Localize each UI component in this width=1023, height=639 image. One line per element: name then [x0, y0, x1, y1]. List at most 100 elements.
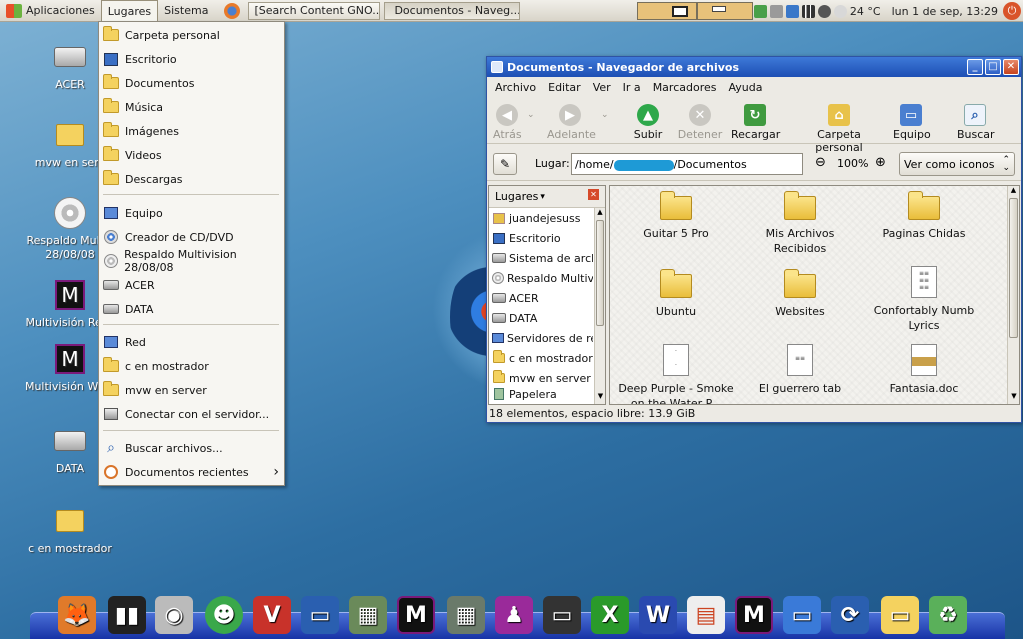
- computer-button[interactable]: ▭ Equipo: [893, 104, 931, 141]
- menu-item-buscar[interactable]: ⌕ Buscar archivos...: [103, 437, 281, 459]
- firefox-launcher-icon[interactable]: [224, 2, 241, 19]
- menu-ir-a[interactable]: Ir a: [623, 81, 641, 94]
- view-mode-select[interactable]: Ver como iconos ⌃ ⌄: [899, 152, 1015, 176]
- dock-speakers-icon[interactable]: ▮▮: [108, 596, 146, 634]
- forward-button[interactable]: ▶ Adelante: [547, 104, 596, 141]
- file-item-paginas[interactable]: Paginas Chidas: [864, 190, 984, 241]
- menu-item-videos[interactable]: Videos: [103, 144, 281, 166]
- workspace-1[interactable]: [637, 2, 697, 20]
- dock-calculator-icon[interactable]: ▦: [447, 596, 485, 634]
- menu-item-documentos[interactable]: Documentos: [103, 72, 281, 94]
- sidebar-item-acer[interactable]: ACER: [489, 288, 593, 308]
- dock-terminal-icon[interactable]: ▭: [543, 596, 581, 634]
- dock-game-icon[interactable]: ♟: [495, 596, 533, 634]
- reload-button[interactable]: ↻ Recargar: [731, 104, 780, 141]
- file-item-deep-purple[interactable]: · · Deep Purple - Smoke on the Water P...: [616, 342, 736, 404]
- menu-sistema[interactable]: Sistema: [158, 0, 214, 22]
- back-dropdown-icon[interactable]: ⌄: [527, 110, 535, 120]
- scroll-down-icon[interactable]: ▼: [1008, 392, 1019, 404]
- sidebar-item-home[interactable]: juandejesuss: [489, 208, 593, 228]
- scroll-thumb[interactable]: [596, 220, 604, 326]
- dock-word-icon[interactable]: W: [639, 596, 677, 634]
- menu-item-escritorio[interactable]: Escritorio: [103, 48, 281, 70]
- desktop-icon-c-en-mostrador[interactable]: c en mostrador: [20, 504, 120, 555]
- file-item-guerrero[interactable]: ≡≡ El guerrero tab: [740, 342, 860, 396]
- menu-item-respaldo[interactable]: Respaldo Multivision 28/08/08: [103, 248, 281, 274]
- up-button[interactable]: ▲ Subir: [631, 104, 665, 141]
- file-item-websites[interactable]: Websites: [740, 268, 860, 319]
- content-scrollbar[interactable]: ▲ ▼: [1007, 186, 1019, 404]
- zoom-out-icon[interactable]: ⊖: [815, 155, 826, 170]
- dock-recycle-bin-icon[interactable]: ♻: [929, 596, 967, 634]
- menu-marcadores[interactable]: Marcadores: [653, 81, 717, 94]
- clock[interactable]: lun 1 de sep, 13:29: [892, 5, 998, 18]
- sidebar-item-network[interactable]: Servidores de red: [489, 328, 593, 348]
- scroll-down-icon[interactable]: ▼: [595, 392, 606, 404]
- search-button[interactable]: ⌕ Buscar: [957, 104, 995, 141]
- minimize-button[interactable]: _: [967, 59, 983, 75]
- menu-item-carpeta-personal[interactable]: Carpeta personal: [103, 24, 281, 46]
- maximize-button[interactable]: □: [985, 59, 1001, 75]
- menu-item-mvw[interactable]: mvw en server: [103, 379, 281, 401]
- volume-icon[interactable]: [817, 4, 831, 18]
- dock-explorer-icon[interactable]: ⟳: [831, 596, 869, 634]
- sidebar-item-papelera[interactable]: Papelera: [489, 388, 593, 400]
- zoom-level[interactable]: 100%: [837, 157, 868, 170]
- dock-monitor-icon[interactable]: ▭: [301, 596, 339, 634]
- sidebar-item-c-en-mostrador[interactable]: c en mostrador: [489, 348, 593, 368]
- file-item-confortably[interactable]: ≡≡ ≡≡ ≡≡ Confortably Numb Lyrics: [864, 264, 984, 333]
- sidebar-item-escritorio[interactable]: Escritorio: [489, 228, 593, 248]
- menu-item-descargas[interactable]: Descargas: [103, 168, 281, 190]
- user-icon[interactable]: [753, 4, 767, 18]
- menu-item-red[interactable]: Red: [103, 331, 281, 353]
- forward-dropdown-icon[interactable]: ⌄: [601, 110, 609, 120]
- menu-item-musica[interactable]: Música: [103, 96, 281, 118]
- close-button[interactable]: ✕: [1003, 59, 1019, 75]
- dock-webcam-icon[interactable]: ◉: [155, 596, 193, 634]
- scroll-up-icon[interactable]: ▲: [1008, 186, 1019, 198]
- dock-multivision-2-icon[interactable]: M: [735, 596, 773, 634]
- close-sidebar-icon[interactable]: ✕: [588, 189, 599, 200]
- window-titlebar[interactable]: Documentos - Navegador de archivos: [487, 57, 1021, 77]
- menu-item-conectar[interactable]: Conectar con el servidor...: [103, 403, 281, 425]
- sidebar-item-data[interactable]: DATA: [489, 308, 593, 328]
- file-item-mis-archivos[interactable]: Mis Archivos Recibidos: [740, 190, 860, 256]
- menu-ver[interactable]: Ver: [593, 81, 611, 94]
- scroll-thumb[interactable]: [1009, 198, 1018, 338]
- menu-item-c-en-mostrador[interactable]: c en mostrador: [103, 355, 281, 377]
- menu-item-documentos-recientes[interactable]: Documentos recientes ›: [103, 461, 281, 483]
- dock-messenger-icon[interactable]: ☻: [205, 596, 243, 634]
- menu-editar[interactable]: Editar: [548, 81, 581, 94]
- keyring-icon[interactable]: [769, 4, 783, 18]
- shutdown-icon[interactable]: ⏻: [1003, 2, 1021, 20]
- workspace-2[interactable]: [697, 2, 753, 20]
- stop-button[interactable]: ✕ Detener: [677, 104, 723, 141]
- file-item-guitar[interactable]: Guitar 5 Pro: [616, 190, 736, 241]
- task-search-content[interactable]: [Search Content GNO...: [248, 1, 381, 20]
- menu-item-acer[interactable]: ACER: [103, 274, 281, 296]
- menu-item-creador-cd[interactable]: Creador de CD/DVD: [103, 226, 281, 248]
- weather-cloud-icon[interactable]: [833, 4, 847, 18]
- location-input[interactable]: /home/ /Documentos: [571, 153, 803, 175]
- dock-multivision-icon[interactable]: M: [397, 596, 435, 634]
- menu-item-imagenes[interactable]: Imágenes: [103, 120, 281, 142]
- dock-excel-icon[interactable]: X: [591, 596, 629, 634]
- dock-firefox-icon[interactable]: 🦊: [58, 596, 96, 634]
- menu-lugares[interactable]: Lugares: [100, 0, 159, 22]
- sidebar-item-mvw[interactable]: mvw en server: [489, 368, 593, 388]
- sidebar-header[interactable]: Lugares ▾ ✕: [489, 186, 605, 208]
- weather-temp[interactable]: 24 °C: [850, 5, 881, 18]
- sidebar-item-filesystem[interactable]: Sistema de archivo: [489, 248, 593, 268]
- menu-item-equipo[interactable]: Equipo: [103, 202, 281, 224]
- sidebar-item-respaldo[interactable]: Respaldo Multivisi: [489, 268, 593, 288]
- dock-computer-icon[interactable]: ▭: [783, 596, 821, 634]
- sidebar-scrollbar[interactable]: ▲ ▼: [594, 208, 605, 404]
- dock-vc-icon[interactable]: V: [253, 596, 291, 634]
- task-documentos[interactable]: Documentos - Naveg...: [384, 1, 521, 20]
- network-icon[interactable]: [785, 4, 799, 18]
- back-button[interactable]: ◀ Atrás: [493, 104, 522, 141]
- menu-item-data[interactable]: DATA: [103, 298, 281, 320]
- signal-icon[interactable]: [801, 4, 815, 18]
- dock-photo-icon[interactable]: ▦: [349, 596, 387, 634]
- menu-aplicaciones[interactable]: Aplicaciones: [0, 0, 101, 22]
